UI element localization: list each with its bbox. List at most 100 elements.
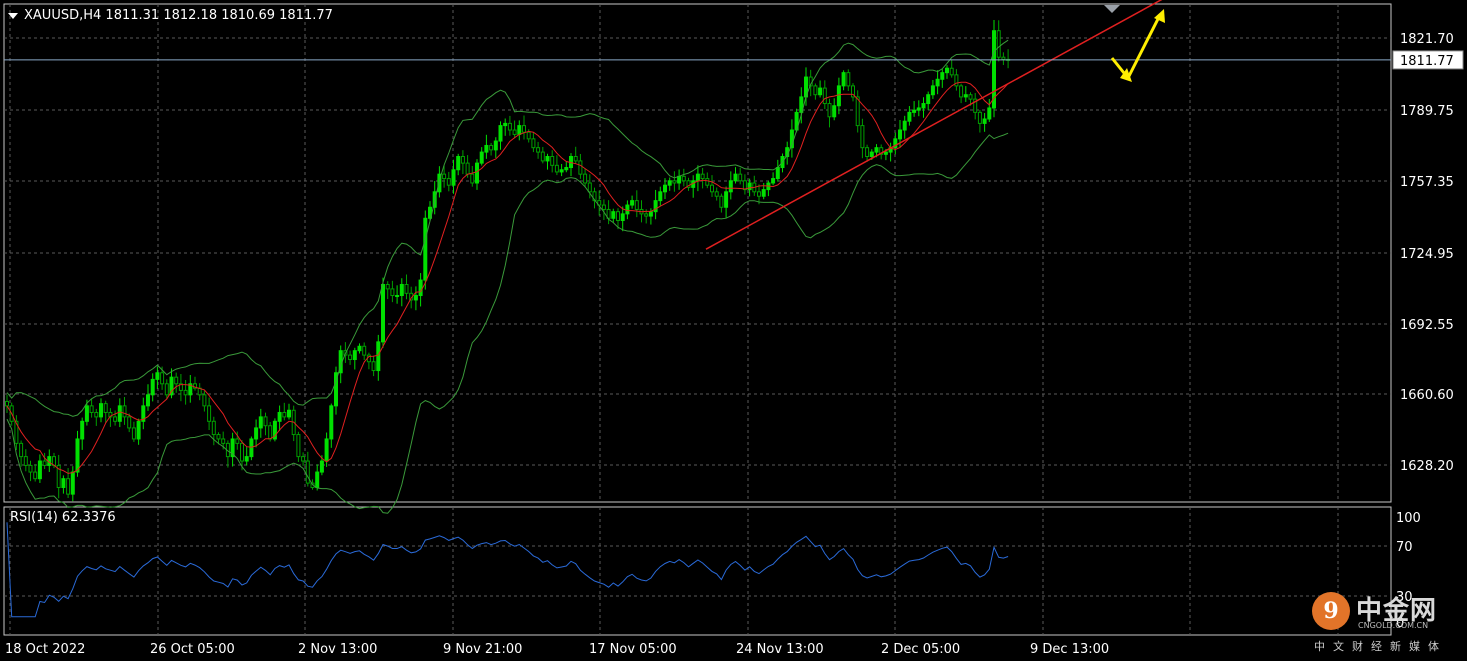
candle-body [113,416,118,422]
candle [70,466,75,502]
candle [1001,52,1006,66]
candle-body [498,125,503,142]
candle [531,132,536,153]
bollinger-lower [6,132,1009,514]
candle-body [775,167,780,180]
candle-body [150,378,155,396]
candle-body [489,144,494,151]
candle [362,342,367,360]
candle [489,142,494,156]
candle-body [324,438,329,462]
candle-body [959,85,964,98]
candle-body [99,403,103,418]
price-chart[interactable]: 1821.70 1789.75 1757.35 1724.95 1692.55 1660.… [0,0,1467,661]
candle [28,460,33,482]
candle [493,137,498,158]
candle [977,110,982,133]
candle [451,159,456,194]
candle-body [282,411,287,418]
candle-body [761,189,766,197]
candle-body [512,129,517,135]
candle [902,115,907,139]
candle-body [456,156,461,171]
candle-body [587,182,592,193]
candle [573,146,578,164]
candle-body [963,94,968,98]
candle-body [23,456,28,466]
candle-body [836,85,841,107]
x-tick-label: 17 Nov 05:00 [589,642,677,657]
current-price-label: 1811.77 [1400,54,1454,69]
candle [860,118,865,159]
candle [667,177,672,191]
candle [945,65,949,79]
candle-body [211,420,216,436]
candle [197,383,202,401]
watermark-url: CNGOLD.COM.CN [1358,621,1429,630]
candle-body [160,372,165,385]
candle-body [710,184,714,193]
candle-body [399,283,404,297]
candle [827,98,832,128]
candle [916,100,921,117]
candle-body [442,173,447,180]
candle [136,418,141,445]
candle-body [813,85,818,96]
candle [658,186,663,206]
candle-body [42,460,47,466]
candle [601,199,606,221]
candle-body [630,200,635,206]
candle-body [122,405,127,418]
rsi-tick-label: 100 [1396,511,1421,526]
candle [277,405,282,431]
candle [348,350,353,365]
candle [301,452,306,466]
candle [399,278,404,307]
candle [352,347,357,370]
candle-body [296,434,301,458]
candle [207,397,212,431]
candle [305,451,310,487]
candle-body [254,427,259,440]
candle-body [381,283,385,343]
candle [183,380,188,405]
candle [146,384,150,411]
candle [122,396,127,425]
candle-body [413,295,418,301]
candle-body [446,178,451,186]
candle [244,446,249,466]
candle [630,195,635,209]
candle [569,153,573,177]
candle-body [559,169,564,173]
candle-body [522,125,526,133]
candle-body [855,96,860,127]
candle-body [898,129,902,140]
candle-body [507,122,512,131]
candle-body [503,122,508,127]
candle [150,373,155,402]
forecast-arrow[interactable] [1110,9,1165,82]
candle-body [912,109,917,113]
candle [475,159,479,190]
x-tick-label: 18 Oct 2022 [5,642,85,657]
candle-body [240,442,244,462]
candle-body [70,471,75,495]
candle [545,153,550,170]
x-tick-label: 24 Nov 13:00 [736,642,824,657]
candle [1006,49,1011,69]
candle-body [305,460,310,484]
symbol-label: XAUUSD,H4 [24,8,102,23]
candle-body [827,103,832,118]
candle-body [865,147,870,158]
candle-body [164,383,169,396]
candle-body [484,144,489,153]
candle [460,150,465,175]
candle [954,69,959,91]
candle [456,153,461,176]
candle-body [728,180,733,193]
candle [982,112,987,132]
candle-body [564,167,569,171]
chart-shift-icon[interactable] [1104,5,1120,13]
candle-body [183,389,188,396]
collapse-triangle-icon[interactable] [8,12,18,19]
